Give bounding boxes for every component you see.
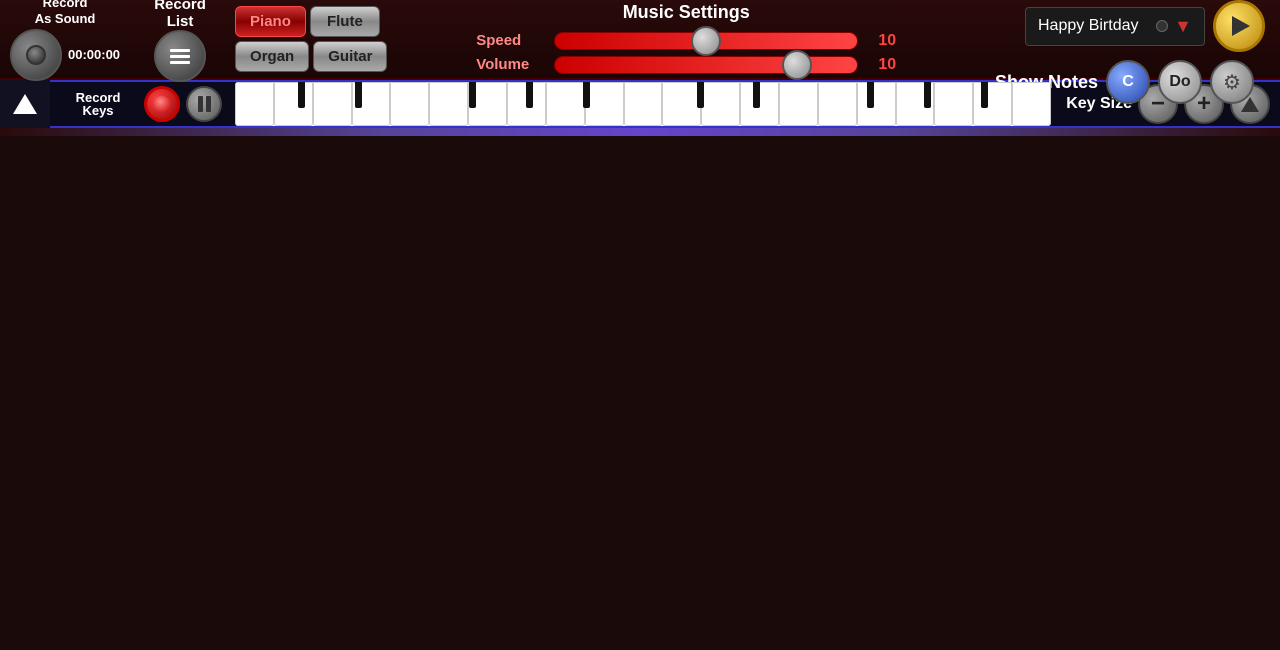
mini-white-key — [818, 82, 857, 126]
piano-section: Fa3 Sol3 La3 Si3 Do4 — [0, 128, 1280, 136]
speed-value: 10 — [866, 32, 896, 50]
guitar-button[interactable]: Guitar — [313, 41, 387, 72]
song-name: Happy Birtday — [1038, 17, 1139, 35]
mini-white-key — [740, 82, 779, 126]
mini-white-key — [429, 82, 468, 126]
volume-slider-track[interactable] — [554, 56, 858, 74]
play-button[interactable] — [1213, 0, 1265, 52]
music-settings-section: Music Settings Speed 10 Volume 10 — [392, 0, 980, 82]
song-selector[interactable]: Happy Birtday ▼ — [1025, 7, 1205, 46]
record-as-sound-label: Record As Sound — [35, 0, 96, 27]
mini-white-key — [1012, 82, 1051, 126]
mini-white-key — [313, 82, 352, 126]
mini-white-key — [779, 82, 818, 126]
mini-white-key — [896, 82, 935, 126]
piano-scroll-bar — [0, 128, 1280, 136]
scroll-up-icon — [13, 94, 37, 114]
mini-white-key — [934, 82, 973, 126]
record-btn-inner — [26, 45, 46, 65]
instruments-section: Piano Flute Organ Guitar — [235, 6, 387, 72]
rk-scroll-up-button[interactable] — [0, 80, 50, 128]
speed-slider-track[interactable] — [554, 32, 858, 50]
piano-button[interactable]: Piano — [235, 6, 306, 37]
record-sound-button[interactable] — [10, 29, 62, 81]
record-keys-record-button[interactable] — [144, 86, 180, 122]
organ-button[interactable]: Organ — [235, 41, 309, 72]
dot-indicator — [1156, 20, 1168, 32]
flute-button[interactable]: Flute — [310, 6, 380, 37]
play-triangle-icon — [1232, 16, 1250, 36]
volume-label: Volume — [476, 56, 546, 73]
mini-white-key — [701, 82, 740, 126]
mini-white-key — [624, 82, 663, 126]
record-list-section: Record List — [130, 0, 230, 82]
speed-slider-row: Speed 10 — [476, 32, 896, 50]
record-keys-pause-button[interactable] — [186, 86, 222, 122]
note-do-button[interactable]: Do — [1158, 60, 1202, 104]
mini-white-key — [662, 82, 701, 126]
pause-bar-left — [198, 96, 203, 112]
record-as-sound-section: Record As Sound 00:00:00 — [0, 0, 130, 83]
mini-white-key — [507, 82, 546, 126]
music-settings-title: Music Settings — [623, 2, 750, 23]
mini-white-key — [546, 82, 585, 126]
record-keys-controls: Record Keys — [50, 86, 230, 122]
record-keys-label-section: Record Keys — [58, 91, 138, 117]
note-wheel-button[interactable]: ⚙ — [1210, 60, 1254, 104]
mini-white-key — [235, 82, 274, 126]
music-control-row: Happy Birtday ▼ — [1025, 0, 1265, 52]
list-icon — [170, 49, 190, 64]
speed-slider-knob[interactable] — [691, 26, 721, 56]
record-list-label: Record List — [154, 0, 206, 30]
volume-slider-row: Volume 10 — [476, 56, 896, 74]
instrument-row-2: Organ Guitar — [235, 41, 387, 72]
mini-keyboard — [235, 82, 1051, 126]
mini-white-key — [585, 82, 624, 126]
mini-white-key — [352, 82, 391, 126]
instrument-row-1: Piano Flute — [235, 6, 387, 37]
mini-white-key — [857, 82, 896, 126]
record-keys-record-inner — [154, 96, 170, 112]
mini-white-key — [973, 82, 1012, 126]
timer-display: 00:00:00 — [68, 47, 120, 62]
top-bar: Record As Sound 00:00:00 Record List Pia… — [0, 0, 1280, 80]
pause-bar-right — [206, 96, 211, 112]
volume-slider-knob[interactable] — [782, 50, 812, 80]
mini-white-key — [390, 82, 429, 126]
mini-white-key — [468, 82, 507, 126]
chevron-down-icon: ▼ — [1174, 16, 1192, 37]
record-list-button[interactable] — [154, 30, 206, 82]
speed-label: Speed — [476, 32, 546, 49]
note-c-button[interactable]: C — [1106, 60, 1150, 104]
mini-white-key — [274, 82, 313, 126]
record-keys-line2: Keys — [82, 104, 113, 117]
volume-value: 10 — [866, 56, 896, 74]
